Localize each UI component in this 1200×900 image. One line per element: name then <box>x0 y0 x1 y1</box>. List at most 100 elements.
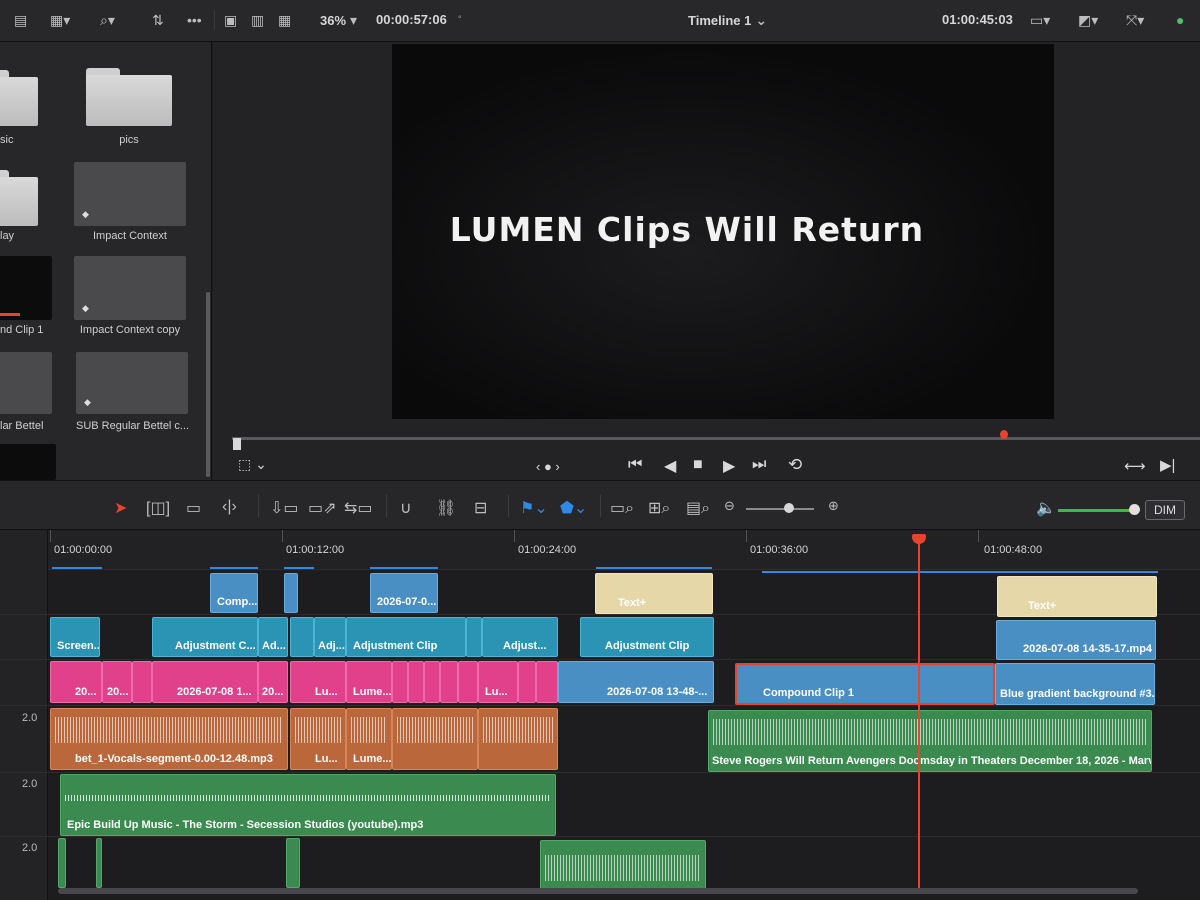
timeline-clip[interactable]: 2026-07-08 14-35-17.mp4 <box>996 620 1156 660</box>
selection-tool-icon[interactable]: ➤ <box>114 498 127 518</box>
timeline-clip[interactable]: Lume... <box>346 661 392 703</box>
zoom-detail-icon[interactable]: ⊞⌕ <box>648 498 670 518</box>
search-icon[interactable]: ⌕▾ <box>100 12 115 29</box>
linked-selection-icon[interactable]: ⛓ <box>436 498 456 518</box>
jump-start-icon[interactable]: ⏮ <box>628 456 642 474</box>
flag-icon[interactable]: ⚑⌄ <box>520 498 548 518</box>
timeline-clip[interactable] <box>458 661 478 703</box>
jog-icon[interactable]: ‹ ● › <box>536 459 560 474</box>
timeline-clip[interactable]: Adjustment Clip <box>346 617 466 657</box>
scrub-playhead-marker[interactable] <box>1000 430 1008 439</box>
audio-clip[interactable]: bet_1-Vocals-segment-0.00-12.48.mp3 <box>50 708 288 770</box>
more-options-icon[interactable]: ••• <box>187 12 202 28</box>
dim-button[interactable]: DIM <box>1145 500 1185 520</box>
play-icon[interactable]: ▶ <box>723 456 735 476</box>
timeline-clip[interactable]: 20... <box>50 661 102 703</box>
volume-slider[interactable] <box>1058 509 1138 512</box>
blade-tool-icon[interactable]: ‹|› <box>222 498 237 516</box>
sort-icon[interactable]: ⇅ <box>152 12 164 29</box>
match-frame-icon[interactable]: ⟷ <box>1124 457 1146 475</box>
volume-slider-knob[interactable] <box>1129 504 1140 515</box>
play-reverse-icon[interactable]: ◀ <box>664 456 676 476</box>
monitor-view-icon[interactable]: ▦ <box>278 12 291 29</box>
timeline-clip-selected[interactable]: Compound Clip 1 <box>735 663 995 705</box>
snapping-icon[interactable]: ∪ <box>400 498 412 518</box>
timeline-clip[interactable]: Ad... <box>258 617 288 657</box>
timeline-clip[interactable]: Adjustment Clip <box>580 617 714 657</box>
folder-icon[interactable] <box>0 70 38 126</box>
timeline-clip[interactable]: Text+ <box>595 573 713 614</box>
timeline-clip[interactable] <box>440 661 458 703</box>
next-frame-icon[interactable]: ▶| <box>1160 456 1175 474</box>
timeline-clip[interactable]: Screen... <box>50 617 100 657</box>
timeline-clip[interactable]: Adjustment C... <box>152 617 258 657</box>
overwrite-clip-icon[interactable]: ▭⇗ <box>308 498 337 518</box>
media-pool-scrollbar[interactable] <box>206 292 210 477</box>
audio-clip[interactable] <box>392 708 478 770</box>
folder-icon[interactable] <box>0 170 38 226</box>
stop-icon[interactable]: ■ <box>693 456 703 474</box>
timeline-clip[interactable]: Lu... <box>478 661 518 703</box>
timeline-clip[interactable]: Text+ <box>997 576 1157 617</box>
media-thumbnail[interactable]: ◆ <box>76 352 188 414</box>
timeline-clip[interactable] <box>290 617 314 657</box>
scrub-bar[interactable] <box>232 437 1200 440</box>
audio-clip[interactable] <box>96 838 102 888</box>
layout-icon[interactable]: ▤ <box>14 12 27 29</box>
audio-clip[interactable]: Lume... <box>346 708 392 770</box>
timeline-clip[interactable] <box>466 617 482 657</box>
timeline-clip[interactable] <box>408 661 424 703</box>
audio-clip[interactable] <box>286 838 300 888</box>
timeline-clip[interactable] <box>536 661 558 703</box>
viewer-size-icon[interactable]: ▭▾ <box>1030 12 1050 29</box>
audio-clip[interactable]: Steve Rogers Will Return Avengers Doomsd… <box>708 710 1152 772</box>
media-thumbnail[interactable] <box>0 256 52 320</box>
dynamic-trim-icon[interactable]: ▭ <box>186 498 201 518</box>
options-dot-icon[interactable]: ◦ <box>458 12 462 23</box>
timeline-clip[interactable]: Lu... <box>290 661 346 703</box>
position-lock-icon[interactable]: ⊟ <box>474 498 487 518</box>
timeline-playhead[interactable] <box>918 540 920 892</box>
replace-clip-icon[interactable]: ⇆▭ <box>344 498 373 518</box>
media-thumbnail[interactable] <box>0 352 52 414</box>
audio-clip[interactable] <box>478 708 558 770</box>
timeline-clip[interactable] <box>284 573 298 613</box>
media-thumbnail[interactable] <box>0 444 56 480</box>
timeline-clip[interactable]: Adjust... <box>482 617 558 657</box>
timeline-clip[interactable]: 2026-07-08 13-48-... <box>558 661 714 703</box>
timeline-clip[interactable]: 2026-07-08 1... <box>152 661 258 703</box>
zoom-in-icon[interactable]: ⊕ <box>828 498 839 514</box>
timeline-clip[interactable]: 20... <box>258 661 288 703</box>
media-thumbnail[interactable]: ◆ <box>74 256 186 320</box>
color-icon[interactable]: ● <box>1176 12 1184 28</box>
timeline-scrollbar[interactable] <box>58 888 1138 894</box>
image-view-icon[interactable]: ▣ <box>224 12 237 29</box>
timeline-clip[interactable] <box>424 661 440 703</box>
timeline-clip[interactable]: Blue gradient background #3... <box>995 663 1155 705</box>
marker-icon[interactable]: ⬟⌄ <box>560 498 587 518</box>
zoom-slider-knob[interactable] <box>784 503 794 513</box>
timeline-clip[interactable] <box>518 661 536 703</box>
volume-icon[interactable]: 🔈 <box>1036 498 1056 518</box>
timeline-clip[interactable]: 20... <box>102 661 132 703</box>
jump-end-icon[interactable]: ⏭ <box>752 456 766 474</box>
trim-tool-icon[interactable]: [◫] <box>146 498 170 518</box>
audio-clip[interactable] <box>58 838 66 888</box>
timeline-clip[interactable]: Adj... <box>314 617 346 657</box>
clip-options-icon[interactable]: ◩▾ <box>1078 12 1098 29</box>
audio-clip[interactable]: Epic Build Up Music - The Storm - Secess… <box>60 774 556 836</box>
timeline-clip[interactable] <box>392 661 408 703</box>
scrub-start-handle[interactable] <box>233 438 241 450</box>
audio-clip[interactable] <box>540 840 706 890</box>
grid-view-icon[interactable]: ▦▾ <box>50 12 70 29</box>
zoom-level[interactable]: 36% ▾ <box>320 12 357 29</box>
timeline-selector[interactable]: Timeline 1 ⌄ <box>688 12 767 29</box>
transform-icon[interactable]: ⬚ ⌄ <box>238 456 267 473</box>
zoom-slider[interactable] <box>746 508 814 510</box>
timeline-clip[interactable]: 2026-07-0... <box>370 573 438 613</box>
film-view-icon[interactable]: ▥ <box>251 12 264 29</box>
loop-icon[interactable]: ⟲ <box>788 455 802 475</box>
audio-clip[interactable]: Lu... <box>290 708 346 770</box>
zoom-custom-icon[interactable]: ▤⌕ <box>686 498 710 518</box>
timeline-clip[interactable] <box>132 661 152 703</box>
